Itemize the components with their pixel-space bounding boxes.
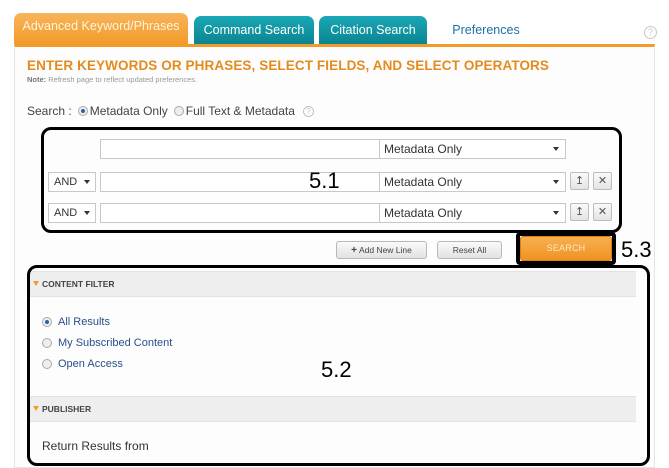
full-text-radio[interactable] <box>173 106 184 116</box>
return-results-label: Return Results from <box>42 439 149 453</box>
tab-citation-search[interactable]: Citation Search <box>319 16 427 44</box>
all-results-radio[interactable] <box>42 317 52 327</box>
content-filter-title: CONTENT FILTER <box>42 279 115 289</box>
search-term-input-1[interactable] <box>100 139 411 159</box>
tab-advanced-keyword[interactable]: Advanced Keyword/Phrases <box>14 13 188 44</box>
note-prefix: Note: <box>27 75 47 84</box>
field-select-3[interactable]: Metadata Only <box>379 203 566 223</box>
filter-option-all[interactable]: All Results <box>42 316 110 328</box>
search-button[interactable]: SEARCH <box>520 236 612 261</box>
field-select-value: Metadata Only <box>384 142 463 156</box>
operator-select-2[interactable]: AND <box>48 172 96 192</box>
dropdown-caret-icon <box>84 211 90 215</box>
search-mode-group: Search : Metadata Only Full Text & Metad… <box>27 104 314 118</box>
remove-icon[interactable]: ✕ <box>593 172 612 190</box>
query-row-3: AND in Metadata Only ↥ ✕ <box>48 203 616 223</box>
operator-value: AND <box>54 176 78 188</box>
field-select-1[interactable]: Metadata Only <box>379 139 566 159</box>
annotation-label-5-2: 5.2 <box>321 357 352 382</box>
search-term-input-2[interactable] <box>100 172 411 192</box>
search-mode-label: Search : <box>27 104 72 118</box>
note-text: Refresh page to reflect updated preferen… <box>48 75 198 84</box>
dropdown-caret-icon <box>553 147 559 151</box>
filter-option-subscribed[interactable]: My Subscribed Content <box>42 337 172 349</box>
full-text-label[interactable]: Full Text & Metadata <box>186 104 295 118</box>
tab-bar: Advanced Keyword/Phrases Command Search … <box>0 0 669 44</box>
search-term-input-3[interactable] <box>100 203 411 223</box>
annotation-label-5-3: 5.3 <box>621 237 652 262</box>
dropdown-caret-icon <box>553 211 559 215</box>
tab-preferences[interactable]: Preferences <box>436 16 536 44</box>
filter-option-label: My Subscribed Content <box>58 337 173 349</box>
remove-icon[interactable]: ✕ <box>593 203 612 221</box>
field-select-2[interactable]: Metadata Only <box>379 172 566 192</box>
add-new-line-label: Add New Line <box>358 245 412 255</box>
operator-value: AND <box>54 207 78 219</box>
dropdown-caret-icon <box>553 180 559 184</box>
tab-command-search[interactable]: Command Search <box>194 16 314 44</box>
dropdown-caret-icon <box>84 180 90 184</box>
add-new-line-button[interactable]: + Add New Line <box>336 241 427 259</box>
help-icon[interactable]: ? <box>644 26 657 39</box>
publisher-title: PUBLISHER <box>42 404 92 414</box>
annotation-label-5-1: 5.1 <box>309 168 340 193</box>
collapse-triangle-icon <box>33 406 39 412</box>
open-access-radio[interactable] <box>42 359 52 369</box>
field-select-value: Metadata Only <box>384 175 463 189</box>
content-filter-header[interactable]: CONTENT FILTER <box>28 271 636 297</box>
metadata-only-label[interactable]: Metadata Only <box>90 104 168 118</box>
refresh-note: Note: Refresh page to reflect updated pr… <box>27 75 197 84</box>
subscribed-radio[interactable] <box>42 338 52 348</box>
filter-option-label: Open Access <box>58 358 123 370</box>
collapse-triangle-icon <box>33 281 39 287</box>
filter-option-label: All Results <box>58 316 110 328</box>
move-up-icon[interactable]: ↥ <box>570 203 589 221</box>
operator-select-3[interactable]: AND <box>48 203 96 223</box>
add-icon: + <box>351 245 357 256</box>
field-select-value: Metadata Only <box>384 206 463 220</box>
move-up-icon[interactable]: ↥ <box>570 172 589 190</box>
page-title: ENTER KEYWORDS OR PHRASES, SELECT FIELDS… <box>27 58 550 73</box>
reset-all-button[interactable]: Reset All <box>437 241 502 259</box>
query-row-1: in Metadata Only <box>48 139 616 159</box>
metadata-only-radio[interactable] <box>77 106 88 116</box>
search-mode-help-icon[interactable]: ? <box>302 105 314 117</box>
publisher-header[interactable]: PUBLISHER <box>28 396 636 422</box>
filter-option-open-access[interactable]: Open Access <box>42 358 123 370</box>
